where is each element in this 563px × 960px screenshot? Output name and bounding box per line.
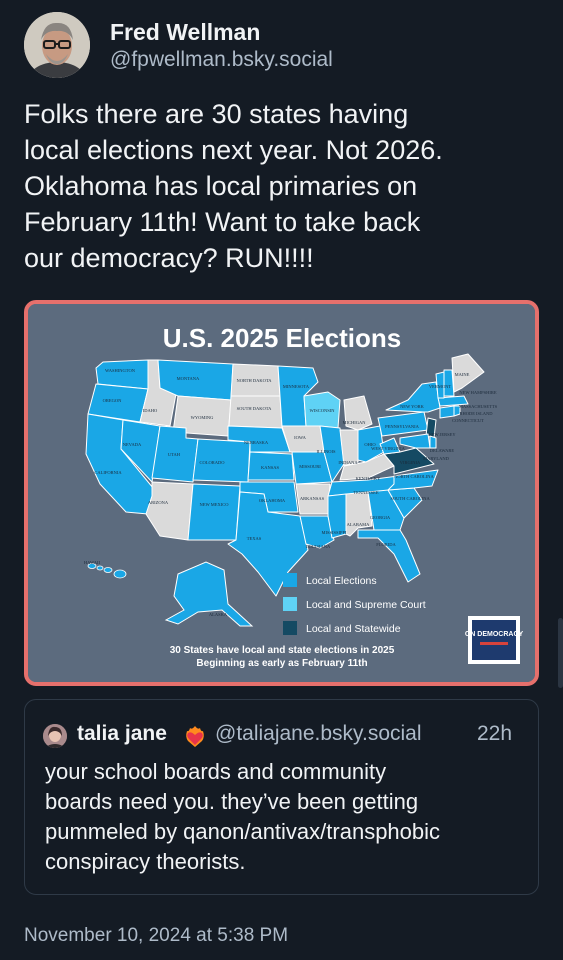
legend-label-local: Local Elections — [306, 575, 377, 587]
svg-text:NEW YORK: NEW YORK — [400, 404, 425, 409]
svg-text:CALIFORNIA: CALIFORNIA — [94, 470, 122, 475]
post-image[interactable]: U.S. 2025 Elections WASHINGTON OREGON CA… — [24, 300, 539, 686]
quote-author-name[interactable]: talia jane — [77, 722, 167, 746]
svg-text:KENTUCKY: KENTUCKY — [356, 476, 381, 481]
svg-text:DELAWARE: DELAWARE — [430, 448, 455, 453]
svg-text:OKLAHOMA: OKLAHOMA — [259, 498, 286, 503]
state-connecticut — [439, 405, 455, 419]
quoted-post[interactable]: talia jane @taliajane.bsky.social 22h yo… — [24, 699, 539, 895]
svg-text:WYOMING: WYOMING — [191, 415, 214, 420]
state-new-mexico — [187, 483, 241, 541]
svg-text:MISSOURI: MISSOURI — [299, 464, 321, 469]
on-democracy-logo: ON DEMOCRACY — [465, 616, 524, 664]
svg-text:NEW JERSEY: NEW JERSEY — [428, 432, 456, 437]
svg-text:HAWAII: HAWAII — [84, 560, 101, 565]
us-elections-map: U.S. 2025 Elections WASHINGTON OREGON CA… — [28, 304, 535, 682]
legend-label-supreme-court: Local and Supreme Court — [306, 599, 426, 611]
svg-text:LOUISIANA: LOUISIANA — [306, 544, 331, 549]
svg-text:PENNSYLVANIA: PENNSYLVANIA — [385, 424, 420, 429]
svg-text:OREGON: OREGON — [103, 398, 122, 403]
quote-text: your school boards and community boards … — [45, 759, 441, 874]
svg-text:NEVADA: NEVADA — [123, 442, 142, 447]
svg-text:CONNECTICUT: CONNECTICUT — [452, 418, 484, 423]
map-caption-line1: 30 States have local and state elections… — [170, 645, 395, 656]
svg-text:RHODE ISLAND: RHODE ISLAND — [459, 411, 493, 416]
svg-text:MONTANA: MONTANA — [177, 376, 200, 381]
svg-text:VERMONT: VERMONT — [429, 384, 452, 389]
svg-text:SOUTH CAROLINA: SOUTH CAROLINA — [390, 496, 430, 501]
svg-text:NEBRASKA: NEBRASKA — [244, 440, 269, 445]
svg-text:NEW MEXICO: NEW MEXICO — [199, 502, 229, 507]
svg-text:MAINE: MAINE — [455, 372, 470, 377]
svg-text:NORTH CAROLINA: NORTH CAROLINA — [394, 474, 434, 479]
svg-text:UTAH: UTAH — [168, 452, 181, 457]
author-name[interactable]: Fred Wellman — [110, 19, 260, 46]
legend-swatch-local — [283, 573, 297, 587]
svg-text:ILLINOIS: ILLINOIS — [317, 449, 336, 454]
svg-text:COLORADO: COLORADO — [199, 460, 225, 465]
svg-text:MICHIGAN: MICHIGAN — [343, 420, 367, 425]
scrollbar-thumb[interactable] — [558, 618, 563, 688]
svg-text:TEXAS: TEXAS — [247, 536, 262, 541]
quote-author-handle[interactable]: @taliajane.bsky.social — [215, 722, 422, 746]
svg-text:MASSACHUSETTS: MASSACHUSETTS — [459, 404, 498, 409]
legend-swatch-supreme-court — [283, 597, 297, 611]
svg-text:NORTH DAKOTA: NORTH DAKOTA — [237, 378, 273, 383]
svg-text:GEORGIA: GEORGIA — [370, 515, 391, 520]
legend-swatch-statewide — [283, 621, 297, 635]
quote-time: 22h — [477, 722, 513, 745]
svg-text:WISCONSIN: WISCONSIN — [309, 408, 335, 413]
post-header: Fred Wellman @fpwellman.bsky.social — [24, 12, 544, 80]
svg-text:MARYLAND: MARYLAND — [423, 456, 450, 461]
svg-text:VIRGINIA: VIRGINIA — [400, 460, 421, 465]
svg-text:ALABAMA: ALABAMA — [347, 522, 371, 527]
svg-text:NEW HAMPSHIRE: NEW HAMPSHIRE — [459, 390, 497, 395]
svg-text:MISSISSIPPI: MISSISSIPPI — [321, 530, 347, 535]
post-timestamp: November 10, 2024 at 5:38 PM — [24, 925, 289, 946]
state-delaware — [429, 435, 437, 449]
svg-text:WASHINGTON: WASHINGTON — [105, 368, 136, 373]
svg-text:INDIANA: INDIANA — [338, 460, 358, 465]
svg-text:FLORIDA: FLORIDA — [376, 542, 396, 547]
svg-text:WEST VIRGINIA: WEST VIRGINIA — [371, 446, 405, 451]
author-avatar[interactable] — [24, 12, 90, 78]
state-south-dakota — [228, 395, 283, 429]
post-text: Folks there are 30 states having local e… — [24, 99, 443, 273]
svg-text:ARKANSAS: ARKANSAS — [300, 496, 325, 501]
svg-text:KANSAS: KANSAS — [261, 465, 280, 470]
svg-text:IOWA: IOWA — [294, 435, 306, 440]
svg-text:IDAHO: IDAHO — [143, 408, 158, 413]
svg-text:ON DEMOCRACY: ON DEMOCRACY — [465, 631, 524, 638]
svg-text:ARIZONA: ARIZONA — [148, 500, 169, 505]
heart-on-fire-icon — [182, 724, 208, 748]
map-title: U.S. 2025 Elections — [163, 323, 401, 353]
svg-text:TENNESSEE: TENNESSEE — [353, 490, 379, 495]
quote-author-avatar[interactable] — [43, 724, 67, 748]
legend-label-statewide: Local and Statewide — [306, 623, 401, 635]
svg-text:ALASKA: ALASKA — [209, 612, 228, 617]
author-handle[interactable]: @fpwellman.bsky.social — [110, 48, 333, 72]
svg-text:SOUTH DAKOTA: SOUTH DAKOTA — [237, 406, 273, 411]
svg-text:MINNESOTA: MINNESOTA — [283, 384, 310, 389]
map-caption-line2: Beginning as early as February 11th — [196, 658, 367, 669]
